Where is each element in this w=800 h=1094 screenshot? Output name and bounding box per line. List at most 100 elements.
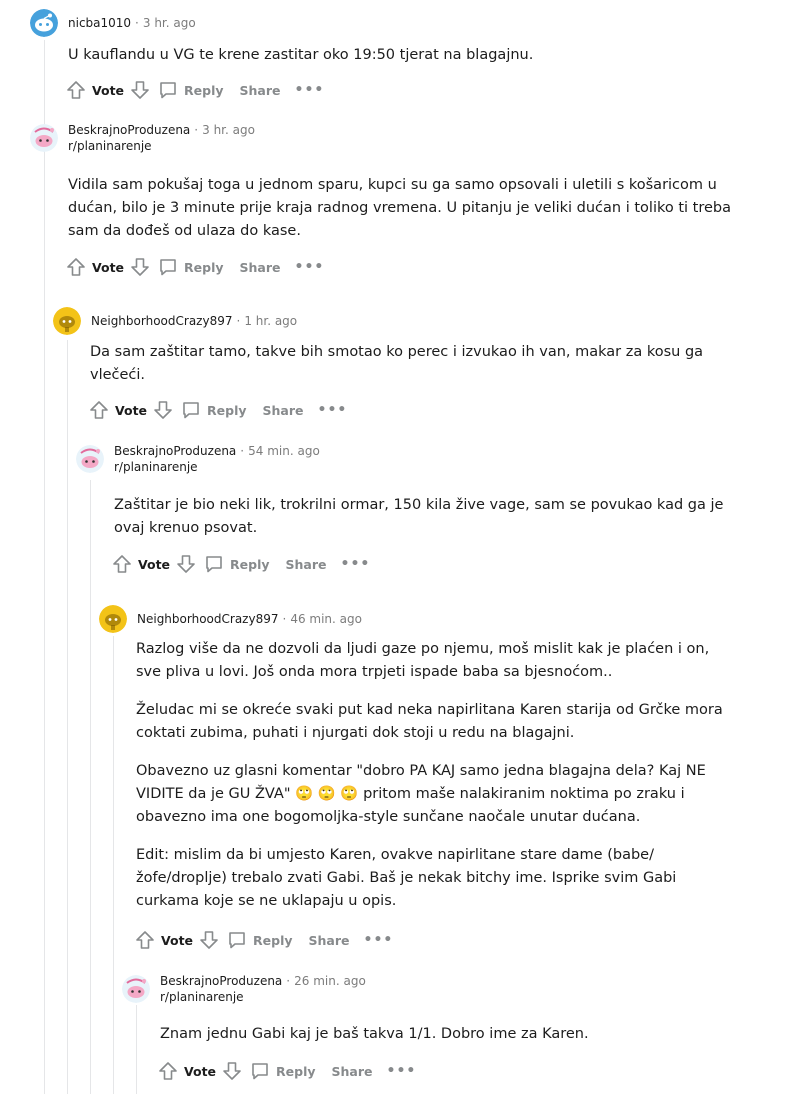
comment-bubble-icon	[183, 402, 199, 419]
comment-paragraph: Edit: mislim da bi umjesto Karen, ovakve…	[136, 847, 677, 909]
vote-count: Vote	[184, 1063, 217, 1079]
vote-count: Vote	[161, 932, 194, 948]
thread-line[interactable]	[44, 162, 45, 1094]
downvote-button[interactable]	[130, 80, 150, 100]
more-options-button[interactable]: •••	[387, 1063, 417, 1079]
share-button[interactable]: Share	[240, 83, 281, 98]
share-button[interactable]: Share	[240, 260, 281, 275]
upvote-button[interactable]	[66, 80, 86, 100]
vote-count: Vote	[92, 259, 125, 275]
comment-actions: Vote Reply Share •••	[66, 78, 324, 102]
downvote-button[interactable]	[222, 1061, 242, 1081]
timestamp[interactable]: 3 hr. ago	[143, 16, 196, 30]
comment-paragraph: Vidila sam pokušaj toga u jednom sparu, …	[68, 177, 731, 239]
comment-body: Zaštitar je bio neki lik, trokrilni orma…	[114, 494, 744, 540]
timestamp[interactable]: 46 min. ago	[290, 612, 362, 626]
comment-bubble-icon	[252, 1063, 268, 1080]
snoo-pink-icon[interactable]	[30, 124, 58, 152]
timestamp[interactable]: 26 min. ago	[294, 974, 366, 988]
username[interactable]: BeskrajnoProduzena	[160, 974, 282, 988]
downvote-button[interactable]	[153, 400, 173, 420]
downvote-icon	[200, 931, 218, 949]
snoo-pink-icon[interactable]	[122, 975, 150, 1003]
username[interactable]: BeskrajnoProduzena	[114, 444, 236, 458]
reply-button[interactable]: Reply	[250, 1061, 316, 1081]
reply-button[interactable]: Reply	[204, 554, 270, 574]
upvote-button[interactable]	[135, 930, 155, 950]
share-button[interactable]: Share	[332, 1064, 373, 1079]
upvote-icon	[113, 555, 131, 573]
comment-body: U kauflandu u VG te krene zastitar oko 1…	[68, 44, 768, 67]
thread-line[interactable]	[90, 480, 91, 1094]
separator-dot: ·	[135, 16, 139, 30]
more-options-button[interactable]: •••	[295, 259, 325, 275]
comment-actions: Vote Reply Share •••	[66, 255, 324, 279]
comment-header: nicba1010 · 3 hr. ago	[30, 6, 196, 40]
downvote-button[interactable]	[130, 257, 150, 277]
comment-paragraph: Zaštitar je bio neki lik, trokrilni orma…	[114, 497, 724, 536]
snoo-blue-icon[interactable]	[30, 9, 58, 37]
more-options-button[interactable]: •••	[295, 82, 325, 98]
comment-body: Da sam zaštitar tamo, takve bih smotao k…	[90, 341, 710, 387]
upvote-icon	[159, 1062, 177, 1080]
comment-body: Razlog više da ne dozvoli da ljudi gaze …	[136, 638, 736, 913]
comment-paragraph: Znam jednu Gabi kaj je baš takva 1/1. Do…	[160, 1026, 589, 1042]
thread-line[interactable]	[113, 636, 114, 1094]
username[interactable]: BeskrajnoProduzena	[68, 123, 190, 137]
share-button[interactable]: Share	[286, 557, 327, 572]
reply-button[interactable]: Reply	[158, 80, 224, 100]
downvote-icon	[223, 1062, 241, 1080]
comment-actions: Vote Reply Share •••	[135, 928, 393, 952]
upvote-button[interactable]	[112, 554, 132, 574]
snoo-pink-icon[interactable]	[76, 445, 104, 473]
timestamp[interactable]: 1 hr. ago	[244, 314, 297, 328]
username[interactable]: NeighborhoodCrazy897	[137, 612, 278, 626]
separator-dot: ·	[282, 612, 287, 626]
comment-paragraph: Da sam zaštitar tamo, takve bih smotao k…	[90, 344, 704, 383]
upvote-icon	[67, 81, 85, 99]
vote-count: Vote	[138, 556, 171, 572]
share-button[interactable]: Share	[309, 933, 350, 948]
reply-button[interactable]: Reply	[227, 930, 293, 950]
more-options-button[interactable]: •••	[318, 402, 348, 418]
subreddit-flair[interactable]: r/planinarenje	[160, 989, 366, 1005]
comment-paragraph: Razlog više da ne dozvoli da ljudi gaze …	[136, 641, 710, 680]
comment-bubble-icon	[206, 556, 222, 573]
downvote-icon	[131, 81, 149, 99]
snoo-yellow-icon[interactable]	[53, 307, 81, 335]
thread-line[interactable]	[136, 1005, 137, 1094]
more-options-button[interactable]: •••	[341, 556, 371, 572]
subreddit-flair[interactable]: r/planinarenje	[68, 138, 255, 154]
more-options-button[interactable]: •••	[364, 932, 394, 948]
reply-button[interactable]: Reply	[181, 400, 247, 420]
comment-actions: Vote Reply Share •••	[158, 1059, 416, 1083]
comment-bubble-icon	[160, 82, 176, 99]
username[interactable]: NeighborhoodCrazy897	[91, 314, 232, 328]
share-button[interactable]: Share	[263, 403, 304, 418]
comment-paragraph: Obavezno uz glasni komentar "dobro PA KA…	[136, 763, 706, 825]
separator-dot: ·	[240, 444, 245, 458]
downvote-button[interactable]	[199, 930, 219, 950]
downvote-button[interactable]	[176, 554, 196, 574]
downvote-icon	[131, 258, 149, 276]
reply-button[interactable]: Reply	[158, 257, 224, 277]
reply-label: Reply	[230, 556, 270, 572]
comment-body: Znam jednu Gabi kaj je baš takva 1/1. Do…	[160, 1023, 760, 1046]
reply-label: Reply	[276, 1063, 316, 1079]
upvote-button[interactable]	[66, 257, 86, 277]
comment-body: Vidila sam pokušaj toga u jednom sparu, …	[68, 174, 740, 243]
subreddit-flair[interactable]: r/planinarenje	[114, 459, 320, 475]
upvote-icon	[90, 401, 108, 419]
comment-bubble-icon	[229, 932, 245, 949]
reply-label: Reply	[207, 402, 247, 418]
timestamp[interactable]: 3 hr. ago	[202, 123, 255, 137]
username[interactable]: nicba1010	[68, 16, 131, 30]
thread-line[interactable]	[67, 340, 68, 1094]
snoo-yellow-icon[interactable]	[99, 605, 127, 633]
upvote-button[interactable]	[89, 400, 109, 420]
separator-dot: ·	[236, 314, 241, 328]
vote-count: Vote	[92, 82, 125, 98]
timestamp[interactable]: 54 min. ago	[248, 444, 320, 458]
upvote-button[interactable]	[158, 1061, 178, 1081]
comment-paragraph: U kauflandu u VG te krene zastitar oko 1…	[68, 47, 534, 63]
